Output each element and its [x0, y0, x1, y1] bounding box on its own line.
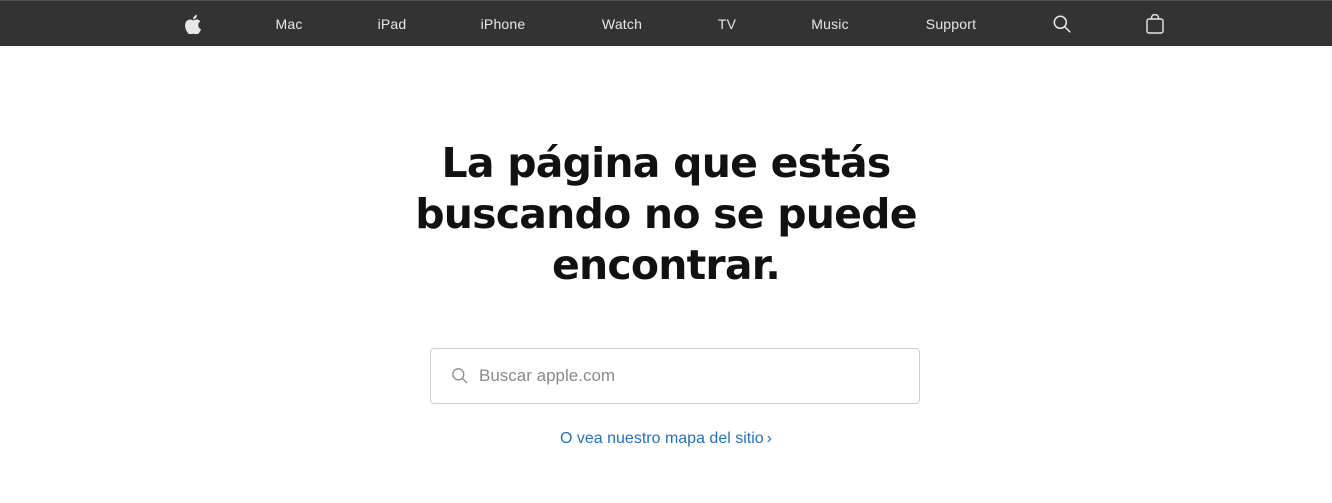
- search-field-icon: [452, 368, 468, 384]
- apple-logo-glyph: [185, 14, 201, 34]
- page-title-line-2: buscando no se puede: [415, 190, 917, 238]
- sitemap-link-label: O vea nuestro mapa del sitio: [560, 430, 764, 447]
- global-nav: Mac iPad iPhone Watch TV Music Support: [0, 0, 1332, 46]
- search-input[interactable]: [479, 349, 909, 403]
- nav-item-tv[interactable]: TV: [718, 1, 736, 47]
- shopping-bag-icon[interactable]: [1146, 1, 1164, 47]
- search-icon[interactable]: [1053, 1, 1071, 47]
- nav-item-iphone[interactable]: iPhone: [481, 1, 526, 47]
- nav-item-watch[interactable]: Watch: [602, 1, 642, 47]
- search-glyph: [1053, 15, 1071, 33]
- sitemap-link[interactable]: O vea nuestro mapa del sitio ›: [0, 430, 1332, 448]
- page-title-line-3: encontrar.: [551, 241, 781, 289]
- page-title: La página que estás buscando no se puede…: [0, 138, 1332, 291]
- nav-item-music[interactable]: Music: [811, 1, 849, 47]
- search-box[interactable]: [430, 348, 920, 404]
- nav-item-mac[interactable]: Mac: [275, 1, 302, 47]
- apple-logo-icon[interactable]: [185, 1, 201, 47]
- page-title-line-1: La página que estás: [441, 139, 892, 187]
- nav-item-ipad[interactable]: iPad: [378, 1, 407, 47]
- chevron-right-icon: ›: [766, 430, 772, 447]
- bag-glyph: [1146, 14, 1164, 34]
- nav-item-support[interactable]: Support: [926, 1, 976, 47]
